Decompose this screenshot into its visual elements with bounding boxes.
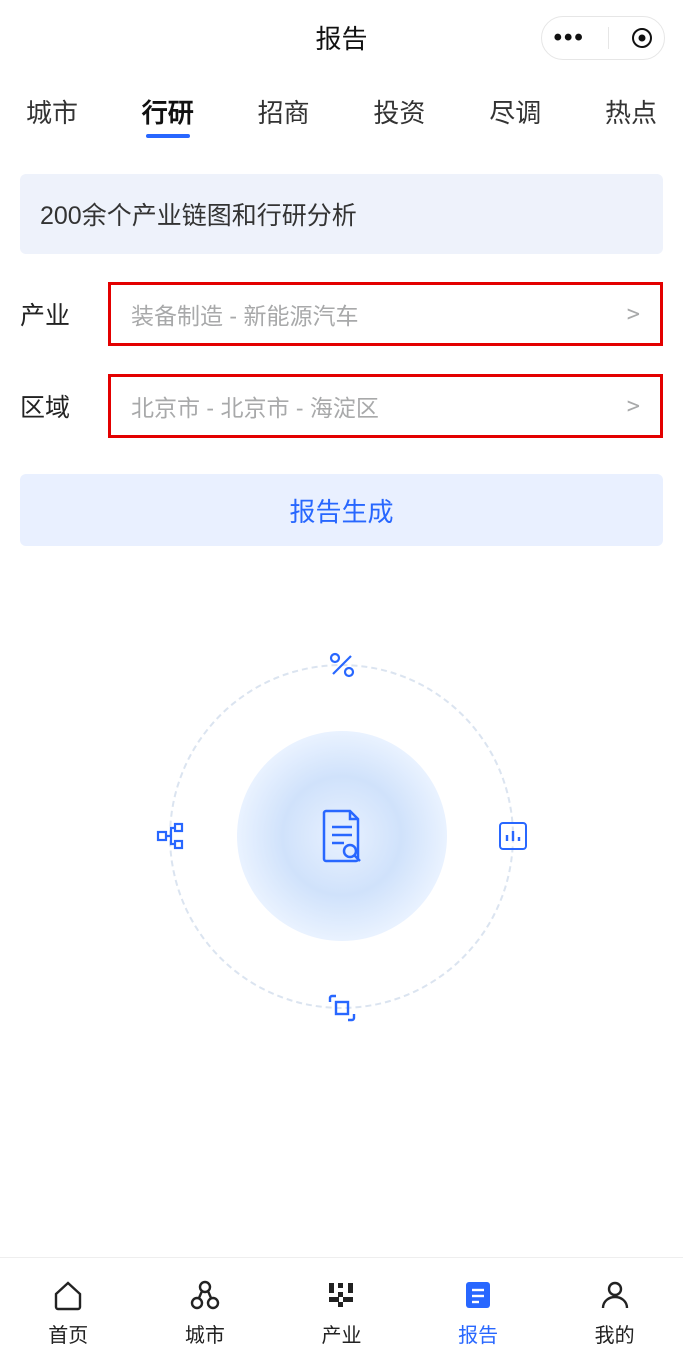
capsule-separator (608, 27, 609, 49)
region-placeholder: 北京市 - 北京市 - 海淀区 (131, 389, 379, 423)
generate-report-button[interactable]: 报告生成 (20, 474, 663, 546)
document-search-icon (320, 809, 364, 863)
tab-hotspot[interactable]: 热点 (605, 93, 657, 138)
tree-icon (153, 819, 187, 853)
more-icon[interactable]: ••• (554, 26, 585, 50)
percent-icon (325, 648, 359, 682)
nav-industry[interactable]: 产业 (273, 1258, 410, 1367)
close-target-icon[interactable] (632, 28, 652, 48)
tab-research[interactable]: 行研 (142, 93, 194, 138)
tab-due-diligence[interactable]: 尽调 (489, 93, 541, 138)
bottom-nav: 首页 城市 产业 报告 我的 (0, 1257, 683, 1367)
inner-circle (237, 731, 447, 941)
tab-investment[interactable]: 投资 (373, 93, 425, 138)
page-title: 报告 (315, 19, 367, 56)
chevron-right-icon: > (627, 302, 640, 327)
nav-home-label: 首页 (48, 1319, 88, 1348)
chevron-right-icon: > (627, 394, 640, 419)
form-row-industry: 产业 装备制造 - 新能源汽车 > (0, 282, 683, 346)
nav-profile-label: 我的 (595, 1319, 635, 1348)
illustration (0, 626, 683, 1046)
nav-home[interactable]: 首页 (0, 1258, 137, 1367)
header-bar: 报告 ••• (0, 0, 683, 75)
report-icon (460, 1277, 496, 1313)
dashed-ring (169, 664, 514, 1009)
nav-industry-label: 产业 (321, 1319, 361, 1348)
scan-icon (325, 991, 359, 1025)
nodes-icon (187, 1277, 223, 1313)
form-row-region: 区域 北京市 - 北京市 - 海淀区 > (0, 374, 683, 438)
nav-report[interactable]: 报告 (410, 1258, 547, 1367)
bar-chart-icon (496, 819, 530, 853)
industry-label: 产业 (20, 296, 90, 332)
mini-program-capsule: ••• (541, 16, 665, 60)
nav-profile[interactable]: 我的 (546, 1258, 683, 1367)
tab-city[interactable]: 城市 (26, 93, 78, 138)
home-icon (50, 1277, 86, 1313)
user-icon (597, 1277, 633, 1313)
industry-select[interactable]: 装备制造 - 新能源汽车 > (108, 282, 663, 346)
nav-city[interactable]: 城市 (137, 1258, 274, 1367)
region-label: 区域 (20, 388, 90, 424)
info-banner: 200余个产业链图和行研分析 (20, 174, 663, 254)
nav-report-label: 报告 (458, 1319, 498, 1348)
region-select[interactable]: 北京市 - 北京市 - 海淀区 > (108, 374, 663, 438)
nav-city-label: 城市 (185, 1319, 225, 1348)
industry-placeholder: 装备制造 - 新能源汽车 (131, 297, 358, 331)
grid-icon (323, 1277, 359, 1313)
tab-investment-attraction[interactable]: 招商 (258, 93, 310, 138)
category-tabs: 城市 行研 招商 投资 尽调 热点 (0, 75, 683, 156)
